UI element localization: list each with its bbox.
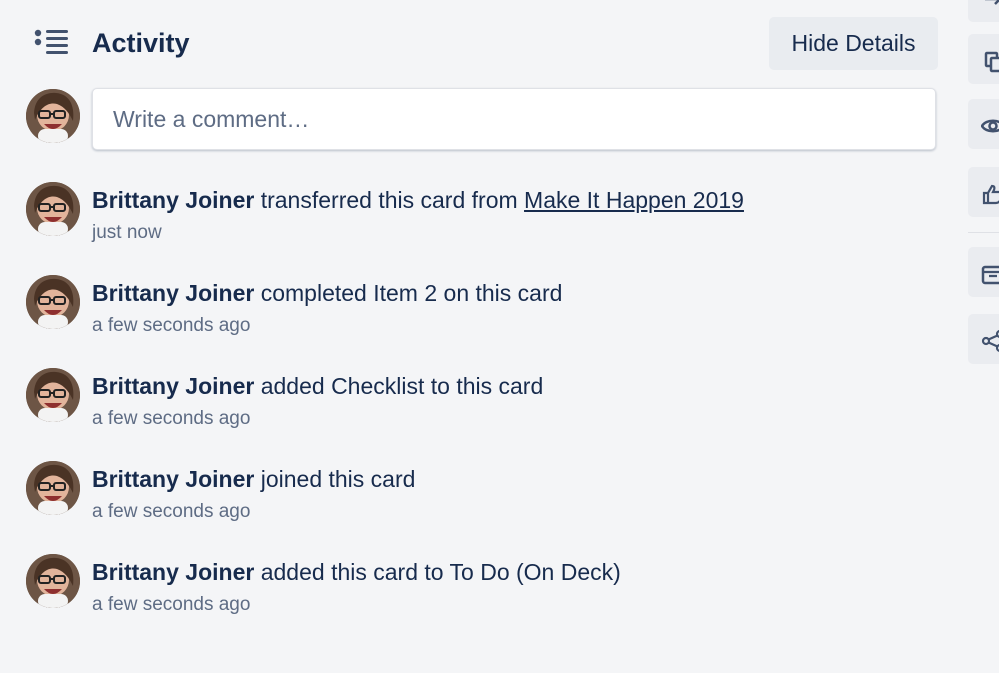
copy-button[interactable] — [968, 34, 999, 84]
list-item: Brittany Joiner joined this card a few s… — [26, 457, 936, 537]
sidebar-divider — [968, 232, 999, 233]
share-icon — [981, 330, 999, 352]
avatar[interactable] — [26, 368, 80, 422]
move-icon — [985, 0, 999, 5]
activity-action: joined this card — [260, 466, 416, 492]
watch-button[interactable] — [968, 99, 999, 149]
member-name[interactable]: Brittany Joiner — [92, 280, 254, 306]
archive-icon — [981, 265, 999, 285]
activity-header: Activity Hide Details — [34, 16, 938, 70]
archive-button[interactable] — [968, 247, 999, 297]
copy-icon — [984, 51, 999, 73]
activity-text: Brittany Joiner joined this card — [92, 464, 415, 494]
activity-panel: Activity Hide Details Write a comment… B… — [0, 0, 950, 673]
activity-text: Brittany Joiner transferred this card fr… — [92, 185, 744, 215]
list-item: Brittany Joiner completed Item 2 on this… — [26, 271, 936, 351]
activity-text: Brittany Joiner completed Item 2 on this… — [92, 278, 562, 308]
vote-button[interactable] — [968, 167, 999, 217]
avatar[interactable] — [26, 461, 80, 515]
activity-action: added Checklist to this card — [260, 373, 544, 399]
activity-timestamp[interactable]: a few seconds ago — [92, 593, 250, 617]
move-button[interactable] — [968, 0, 999, 22]
avatar[interactable] — [26, 275, 80, 329]
list-item: Brittany Joiner added this card to To Do… — [26, 550, 936, 630]
share-button[interactable] — [968, 314, 999, 364]
member-name[interactable]: Brittany Joiner — [92, 559, 254, 585]
activity-timestamp[interactable]: a few seconds ago — [92, 407, 250, 431]
activity-timestamp[interactable]: just now — [92, 221, 162, 245]
activity-icon — [34, 28, 70, 56]
activity-title: Activity — [92, 28, 190, 58]
member-name[interactable]: Brittany Joiner — [92, 187, 254, 213]
watch-icon — [981, 119, 999, 133]
vote-icon — [982, 184, 999, 205]
activity-action: completed Item 2 on this card — [260, 280, 563, 306]
activity-timestamp[interactable]: a few seconds ago — [92, 314, 250, 338]
member-name[interactable]: Brittany Joiner — [92, 373, 254, 399]
comment-row — [26, 88, 936, 152]
activity-action: added this card to To Do (On Deck) — [260, 559, 621, 585]
activity-text: Brittany Joiner added Checklist to this … — [92, 371, 543, 401]
member-name[interactable]: Brittany Joiner — [92, 466, 254, 492]
list-item: Brittany Joiner added Checklist to this … — [26, 364, 936, 444]
avatar[interactable] — [26, 554, 80, 608]
board-link[interactable]: Make It Happen 2019 — [524, 187, 744, 213]
avatar[interactable] — [26, 89, 80, 143]
list-item: Brittany Joiner transferred this card fr… — [26, 178, 936, 258]
activity-timestamp[interactable]: a few seconds ago — [92, 500, 250, 524]
activity-action: transferred this card from — [260, 187, 518, 213]
avatar[interactable] — [26, 182, 80, 236]
comment-input[interactable] — [92, 88, 936, 150]
hide-details-button[interactable]: Hide Details — [769, 17, 938, 70]
activity-text: Brittany Joiner added this card to To Do… — [92, 557, 621, 587]
